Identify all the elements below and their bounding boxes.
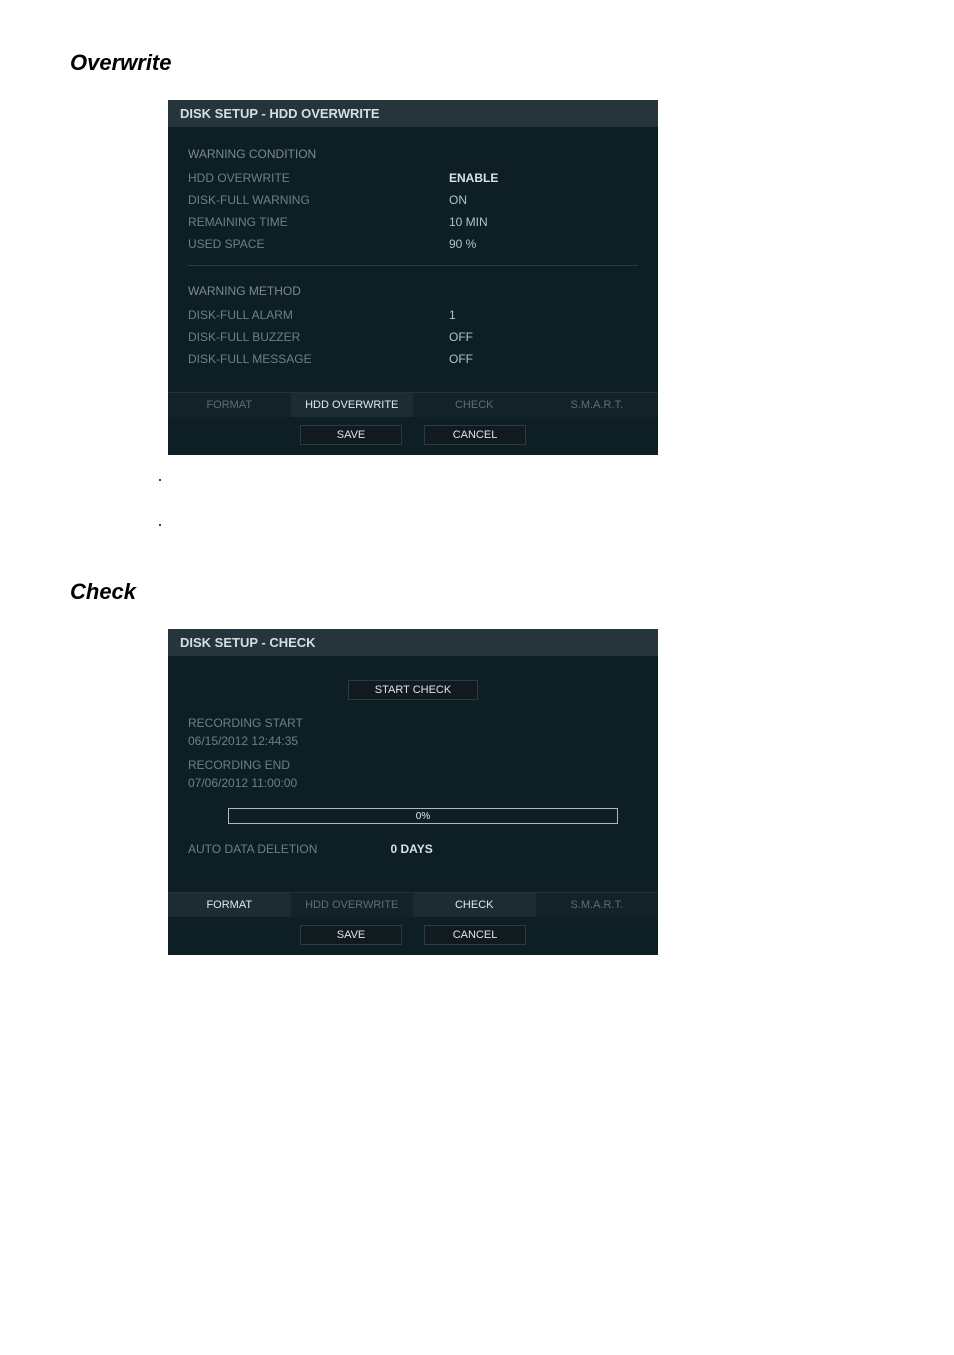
cancel-button[interactable]: CANCEL [424,425,526,445]
row-disk-full-warning: DISK-FULL WARNING ON [188,189,638,211]
row-disk-full-message: DISK-FULL MESSAGE OFF [188,348,638,370]
row-hdd-overwrite: HDD OVERWRITE ENABLE [188,167,638,189]
panel-check: DISK SETUP - CHECK START CHECK RECORDING… [168,629,658,955]
tab-format[interactable]: FORMAT [168,893,291,917]
bullet-list [170,475,884,529]
label: HDD OVERWRITE [188,171,449,185]
warning-method-heading: WARNING METHOD [188,276,638,304]
start-check-button[interactable]: START CHECK [348,680,478,700]
value-disk-full-warning[interactable]: ON [449,193,467,207]
divider [188,265,638,266]
tab-bar: FORMAT HDD OVERWRITE CHECK S.M.A.R.T. [168,392,658,417]
tab-smart[interactable]: S.M.A.R.T. [536,893,659,917]
panel-hdd-overwrite: DISK SETUP - HDD OVERWRITE WARNING CONDI… [168,100,658,455]
save-button[interactable]: SAVE [300,925,402,945]
label: AUTO DATA DELETION [188,842,391,856]
value-auto-data-deletion[interactable]: 0 DAYS [391,842,433,856]
recording-end-value: 07/06/2012 11:00:00 [188,774,638,798]
bullet-item [170,475,884,484]
label: DISK-FULL ALARM [188,308,449,322]
label: DISK-FULL MESSAGE [188,352,449,366]
panel-title: DISK SETUP - HDD OVERWRITE [168,100,658,127]
tab-hdd-overwrite[interactable]: HDD OVERWRITE [291,393,414,417]
tab-bar: FORMAT HDD OVERWRITE CHECK S.M.A.R.T. [168,892,658,917]
recording-start-label: RECORDING START [188,714,638,732]
save-button[interactable]: SAVE [300,425,402,445]
row-remaining-time: REMAINING TIME 10 MIN [188,211,638,233]
label: DISK-FULL BUZZER [188,330,449,344]
row-auto-data-deletion: AUTO DATA DELETION 0 DAYS [188,838,638,860]
progress-row: 0% [188,808,638,824]
value-disk-full-alarm[interactable]: 1 [449,308,456,322]
section-heading-overwrite: Overwrite [70,50,884,76]
tab-check[interactable]: CHECK [413,393,536,417]
label: DISK-FULL WARNING [188,193,449,207]
row-disk-full-buzzer: DISK-FULL BUZZER OFF [188,326,638,348]
tab-hdd-overwrite[interactable]: HDD OVERWRITE [291,893,414,917]
value-remaining-time[interactable]: 10 MIN [449,215,488,229]
value-disk-full-buzzer[interactable]: OFF [449,330,473,344]
panel-title: DISK SETUP - CHECK [168,629,658,656]
value-hdd-overwrite[interactable]: ENABLE [449,171,498,185]
label: USED SPACE [188,237,449,251]
recording-end-label: RECORDING END [188,756,638,774]
row-used-space: USED SPACE 90 % [188,233,638,255]
recording-start-value: 06/15/2012 12:44:35 [188,732,638,756]
tab-format[interactable]: FORMAT [168,393,291,417]
bullet-item [170,520,884,529]
label: REMAINING TIME [188,215,449,229]
value-used-space[interactable]: 90 % [449,237,476,251]
cancel-button[interactable]: CANCEL [424,925,526,945]
row-disk-full-alarm: DISK-FULL ALARM 1 [188,304,638,326]
value-disk-full-message[interactable]: OFF [449,352,473,366]
tab-smart[interactable]: S.M.A.R.T. [536,393,659,417]
section-heading-check: Check [70,579,884,605]
footer-buttons: SAVE CANCEL [168,917,658,955]
warning-condition-heading: WARNING CONDITION [188,139,638,167]
footer-buttons: SAVE CANCEL [168,417,658,455]
progress-bar: 0% [228,808,618,824]
tab-check[interactable]: CHECK [413,893,536,917]
progress-text: 0% [416,811,430,822]
